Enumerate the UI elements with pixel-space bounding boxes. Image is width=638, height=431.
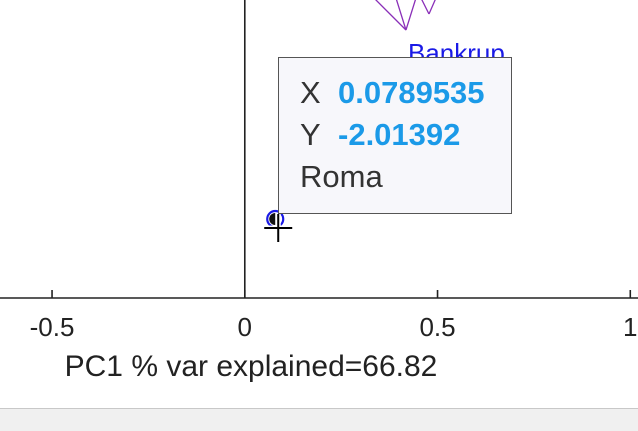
datatip-x-value: 0.0789535 (338, 75, 485, 110)
biplot-vector-line (428, 0, 436, 15)
x-tick-label: -0.5 (30, 312, 75, 342)
datatip-y-value: -2.01392 (338, 117, 461, 152)
datatip-name: Roma (300, 159, 383, 194)
datatip-x-key: X (300, 75, 321, 110)
x-axis-label: PC1 % var explained=66.82 (65, 350, 438, 383)
x-tick-label: 1 (623, 312, 637, 342)
datatip-y-key: Y (300, 117, 321, 152)
biplot-vectors (375, 0, 436, 31)
datatip-x-row: X 0.0789535 (300, 75, 485, 111)
biplot-vector-line (421, 0, 430, 15)
crosshair-cursor-icon (264, 214, 293, 242)
biplot-vector-line (405, 0, 417, 31)
datatip: X 0.0789535 Y -2.01392 Roma (278, 57, 512, 214)
plot-area[interactable]: -0.5 0 0.5 1 Bankrup PC1 % var explained=66… (0, 0, 638, 408)
data-point-marker-fill (269, 213, 276, 225)
x-tick-label: 0.5 (419, 312, 455, 342)
datatip-y-row: Y -2.01392 (300, 117, 460, 153)
status-bar (0, 408, 638, 431)
x-tick-label: 0 (238, 312, 252, 342)
